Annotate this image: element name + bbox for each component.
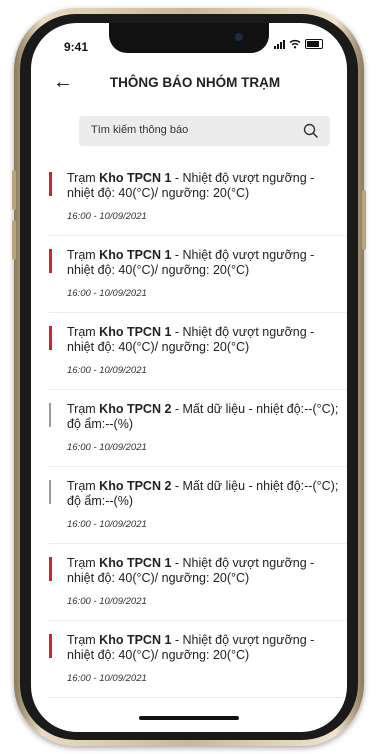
notification-list: Trạm Kho TPCN 1 - Nhiệt độ vượt ngưỡng -… bbox=[49, 163, 347, 702]
notification-time: 16:00 - 10/09/2021 bbox=[67, 442, 147, 453]
app-screen: 9:41 ← THÔNG BÁO NHÓM TRẠM Tìm kiếm thôn… bbox=[31, 23, 347, 732]
notification-item[interactable]: Trạm Kho TPCN 1 - Nhiệt độ vượt ngưỡng -… bbox=[49, 548, 347, 621]
status-icons bbox=[274, 39, 323, 49]
notification-prefix: Trạm bbox=[67, 325, 100, 339]
severity-indicator bbox=[49, 403, 51, 427]
signal-icon bbox=[274, 39, 285, 49]
home-indicator bbox=[139, 716, 239, 720]
severity-indicator bbox=[49, 480, 51, 504]
station-name: Kho TPCN 1 bbox=[99, 556, 172, 570]
notification-prefix: Trạm bbox=[67, 171, 100, 185]
notification-time: 16:00 - 10/09/2021 bbox=[67, 596, 147, 607]
status-time: 9:41 bbox=[64, 40, 89, 54]
notification-prefix: Trạm bbox=[67, 479, 100, 493]
notification-message: Trạm Kho TPCN 1 - Nhiệt độ vượt ngưỡng -… bbox=[67, 171, 342, 201]
station-name: Kho TPCN 2 bbox=[99, 479, 172, 493]
volume-button bbox=[12, 220, 16, 260]
notification-item[interactable]: Trạm Kho TPCN 2 - Mất dữ liệu - nhiệt độ… bbox=[49, 394, 347, 467]
severity-indicator bbox=[49, 172, 52, 196]
notification-time: 16:00 - 10/09/2021 bbox=[67, 365, 147, 376]
station-name: Kho TPCN 1 bbox=[99, 325, 172, 339]
station-name: Kho TPCN 1 bbox=[99, 633, 172, 647]
notification-message: Trạm Kho TPCN 1 - Nhiệt độ vượt ngưỡng -… bbox=[67, 248, 342, 278]
notification-prefix: Trạm bbox=[67, 402, 100, 416]
page-title: THÔNG BÁO NHÓM TRẠM bbox=[109, 75, 281, 90]
notification-message: Trạm Kho TPCN 2 - Mất dữ liệu - nhiệt độ… bbox=[67, 479, 342, 509]
notification-message: Trạm Kho TPCN 1 - Nhiệt độ vượt ngưỡng -… bbox=[67, 633, 342, 663]
notification-item[interactable]: Trạm Kho TPCN 1 - Nhiệt độ vượt ngưỡng -… bbox=[49, 240, 347, 313]
notification-item[interactable]: Trạm Kho TPCN 1 - Nhiệt độ vượt ngưỡng -… bbox=[49, 625, 347, 698]
battery-icon bbox=[305, 39, 323, 49]
power-button bbox=[362, 190, 366, 250]
wifi-icon bbox=[289, 39, 301, 49]
notification-prefix: Trạm bbox=[67, 248, 100, 262]
station-name: Kho TPCN 1 bbox=[99, 248, 172, 262]
severity-indicator bbox=[49, 326, 52, 350]
severity-indicator bbox=[49, 634, 52, 658]
camera-icon bbox=[235, 33, 243, 41]
severity-indicator bbox=[49, 557, 52, 581]
search-input[interactable]: Tìm kiếm thông báo bbox=[91, 124, 188, 136]
severity-indicator bbox=[49, 249, 52, 273]
station-name: Kho TPCN 1 bbox=[99, 171, 172, 185]
notification-time: 16:00 - 10/09/2021 bbox=[67, 519, 147, 530]
notification-time: 16:00 - 10/09/2021 bbox=[67, 288, 147, 299]
notification-time: 16:00 - 10/09/2021 bbox=[67, 673, 147, 684]
notification-message: Trạm Kho TPCN 2 - Mất dữ liệu - nhiệt độ… bbox=[67, 402, 342, 432]
search-bar[interactable]: Tìm kiếm thông báo bbox=[79, 116, 330, 146]
station-name: Kho TPCN 2 bbox=[99, 402, 172, 416]
notification-item[interactable]: Trạm Kho TPCN 2 - Mất dữ liệu - nhiệt độ… bbox=[49, 471, 347, 544]
notification-item[interactable]: Trạm Kho TPCN 1 - Nhiệt độ vượt ngưỡng -… bbox=[49, 317, 347, 390]
notification-message: Trạm Kho TPCN 1 - Nhiệt độ vượt ngưỡng -… bbox=[67, 325, 342, 355]
notification-prefix: Trạm bbox=[67, 556, 100, 570]
notification-time: 16:00 - 10/09/2021 bbox=[67, 211, 147, 222]
notification-prefix: Trạm bbox=[67, 633, 100, 647]
search-icon[interactable] bbox=[302, 122, 320, 140]
notification-message: Trạm Kho TPCN 1 - Nhiệt độ vượt ngưỡng -… bbox=[67, 556, 342, 586]
volume-button bbox=[12, 170, 16, 210]
app-header: ← THÔNG BÁO NHÓM TRẠM bbox=[31, 69, 347, 99]
notch bbox=[109, 23, 269, 53]
notification-item[interactable]: Trạm Kho TPCN 1 - Nhiệt độ vượt ngưỡng -… bbox=[49, 163, 347, 236]
